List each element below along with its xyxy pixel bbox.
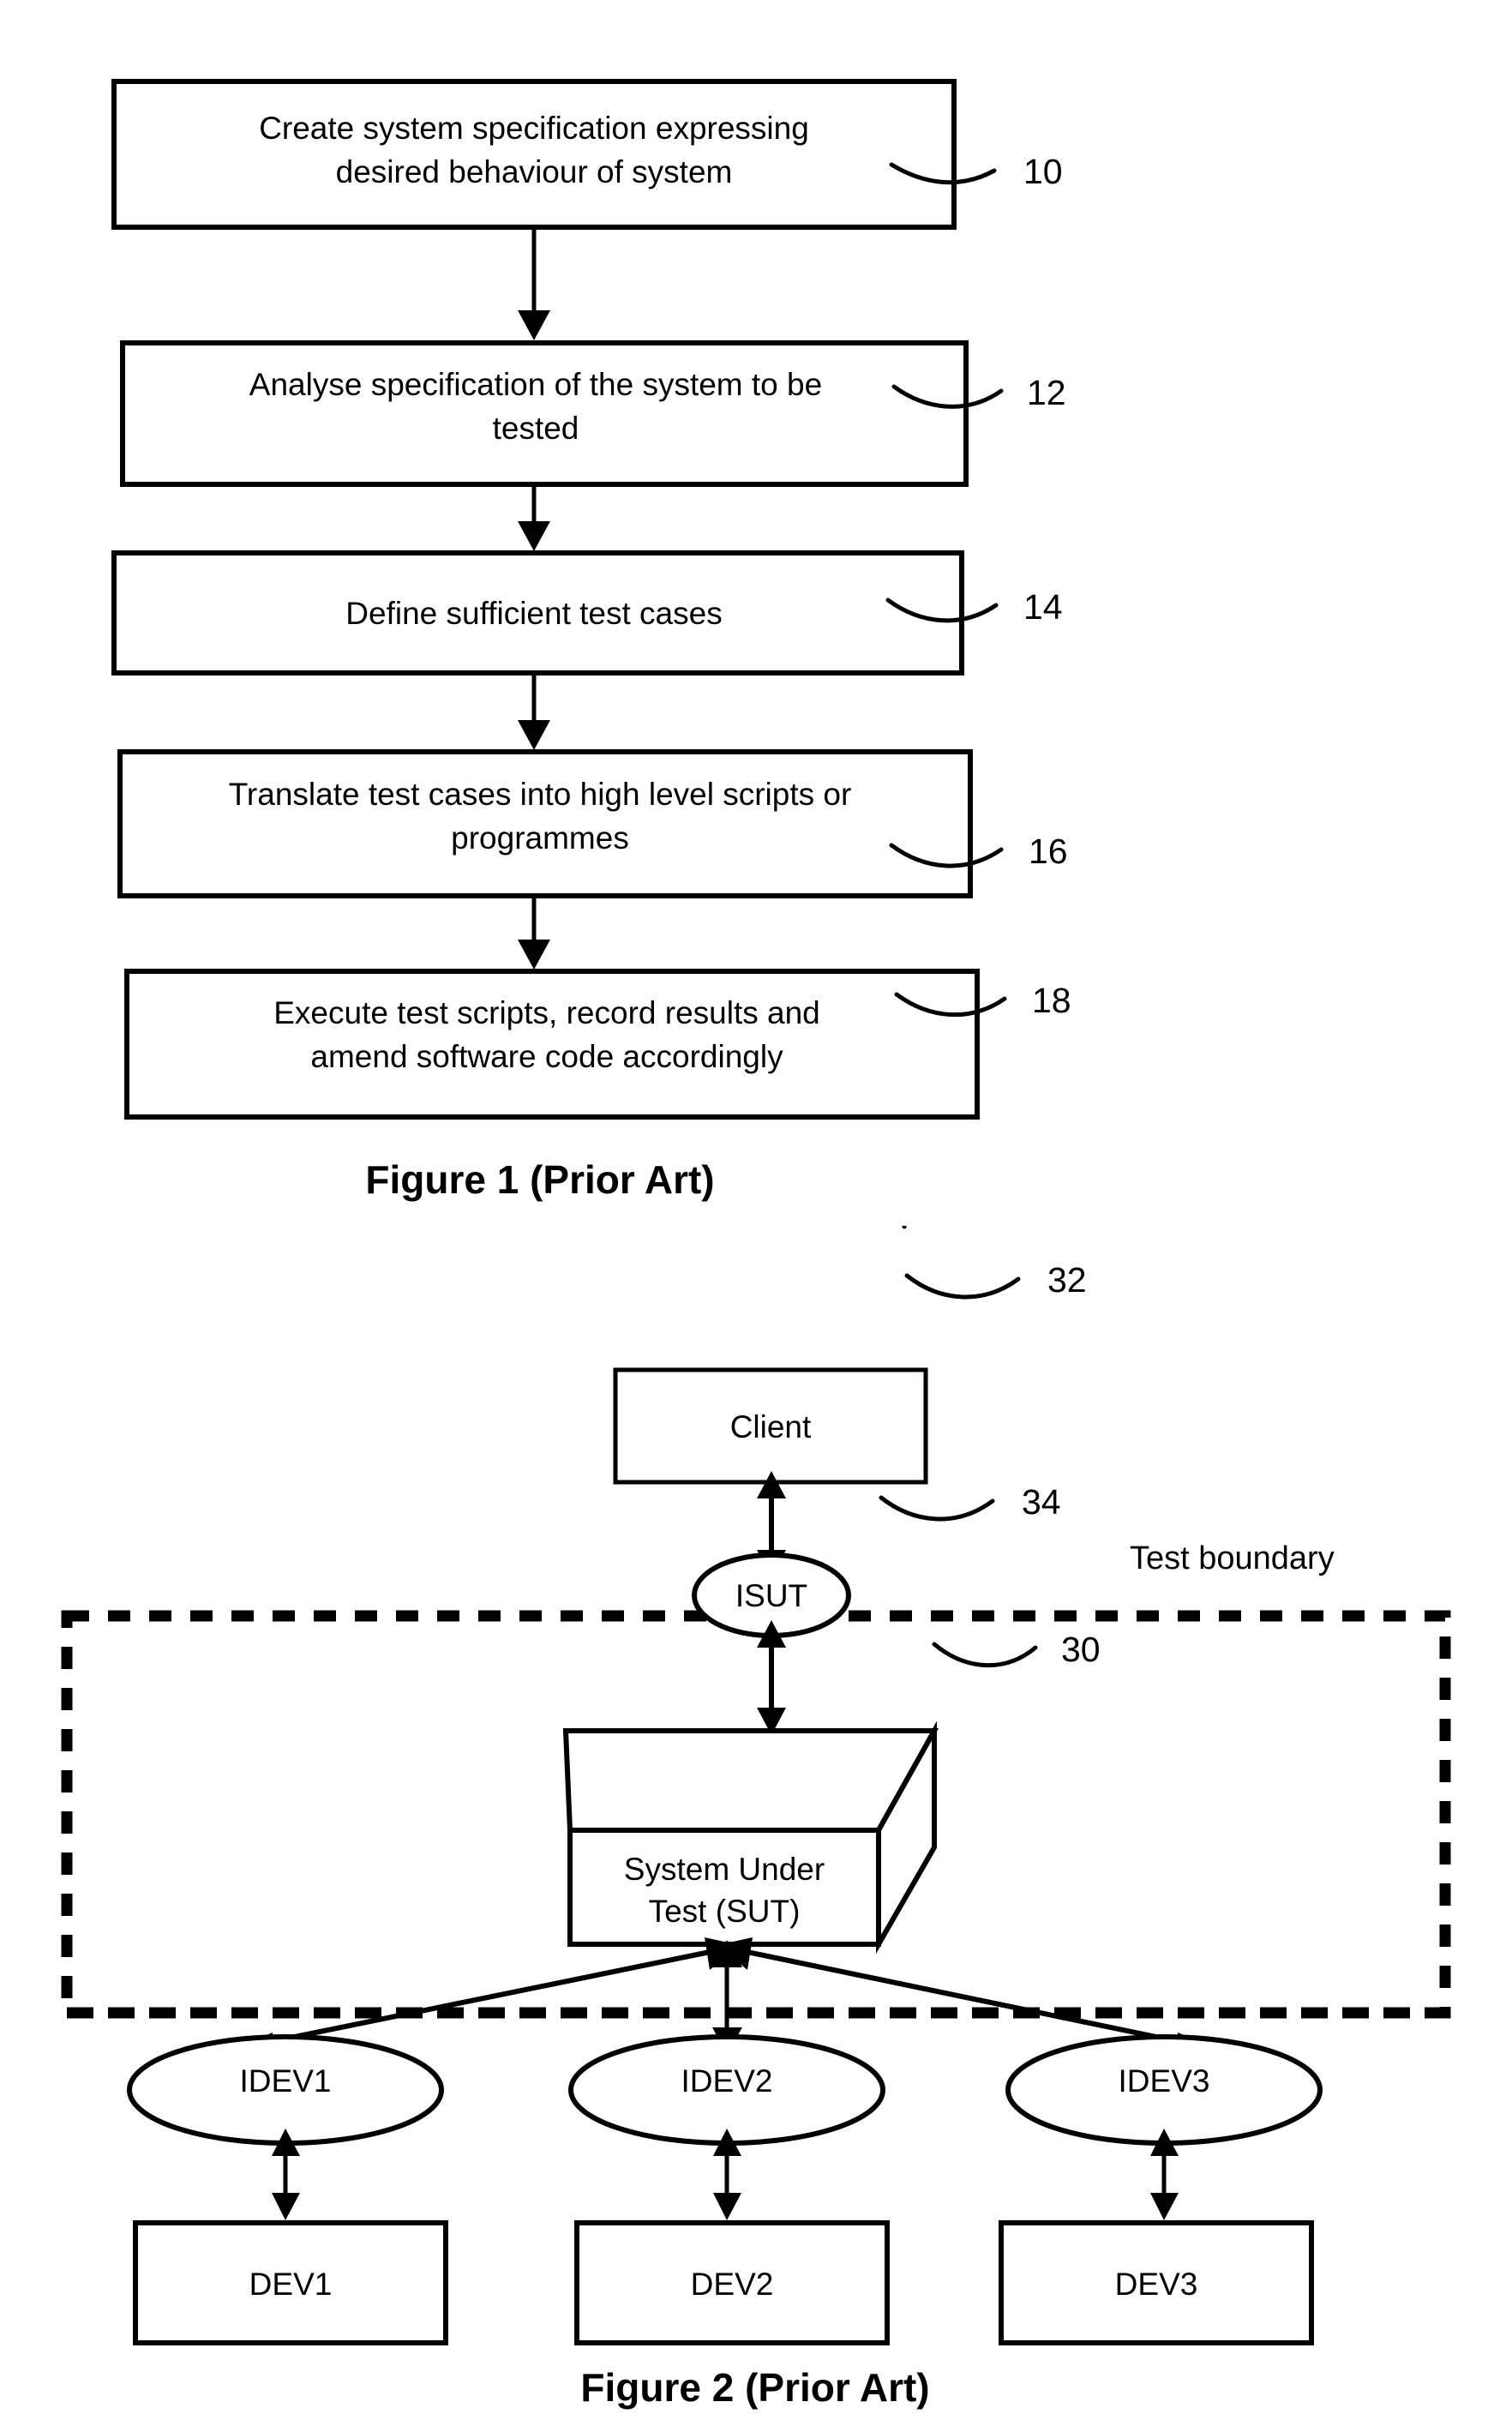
figure2-sut-label-line-2: Test (SUT) bbox=[649, 1894, 801, 1929]
figure2-boundary-label: Test boundary bbox=[1130, 1540, 1335, 1576]
figure2-arrowhead-dev2-down bbox=[713, 2193, 741, 2220]
figure2-dev1-label: DEV1 bbox=[249, 2267, 333, 2302]
figure2-sut-top-face bbox=[562, 1728, 939, 1833]
figure2-leader-32-curve bbox=[904, 1273, 1021, 1300]
figure2-idev3-label: IDEV3 bbox=[1119, 2063, 1210, 2099]
figure1-arrowhead-2-3 bbox=[518, 521, 550, 551]
figure2-idev2-label: IDEV2 bbox=[681, 2063, 773, 2099]
figure1-step-2-line-2: tested bbox=[493, 411, 579, 446]
figure1-step-4-line-2: programmes bbox=[451, 820, 629, 856]
figure2-ref-30: 30 bbox=[1061, 1630, 1101, 1669]
figure1-step-1-line-2: desired behaviour of system bbox=[336, 154, 733, 189]
figure1-step-5-line-2: amend software code accordingly bbox=[310, 1039, 783, 1074]
figure2-arrowhead-dev1-down bbox=[272, 2193, 300, 2220]
figure1-ref-16: 16 bbox=[1029, 832, 1068, 871]
figure1-ref-12: 12 bbox=[1027, 373, 1066, 412]
figure2-sut-label-line-1: System Under bbox=[624, 1852, 825, 1887]
figure1-step-4-line-1: Translate test cases into high level scr… bbox=[229, 777, 852, 812]
figure2-idev1-label: IDEV1 bbox=[240, 2063, 332, 2099]
figure2-caption: Figure 2 (Prior Art) bbox=[580, 2365, 929, 2410]
figure1-arrowhead-4-5 bbox=[518, 940, 550, 970]
figure1-step-3-line-1: Define sufficient test cases bbox=[345, 596, 722, 631]
figure2-leader-34 bbox=[879, 1495, 995, 1522]
figure1-arrowhead-3-4 bbox=[518, 720, 550, 750]
figure2-leader-30 bbox=[932, 1642, 1038, 1667]
figure2-dev3-label: DEV3 bbox=[1115, 2267, 1198, 2302]
figure1-arrowhead-1-2 bbox=[518, 310, 550, 340]
figure1-step-5-line-1: Execute test scripts, record results and bbox=[273, 995, 820, 1030]
figure2-ref-32: 32 bbox=[1047, 1260, 1087, 1300]
figure2-arrow-sut-idev1 bbox=[256, 1948, 719, 2047]
figure1-ref-14: 14 bbox=[1023, 587, 1063, 627]
figure2-arrowhead-dev3-down bbox=[1150, 2193, 1179, 2220]
figure1-ref-18: 18 bbox=[1032, 981, 1071, 1020]
figure1-step-1-line-1: Create system specification expressing bbox=[259, 111, 809, 146]
figure1-step-2-line-1: Analyse specification of the system to b… bbox=[249, 367, 822, 402]
patent-figure-sheet: Create system specification expressing d… bbox=[0, 0, 1512, 2414]
figure2-arrow-sut-idev3 bbox=[738, 1948, 1194, 2047]
figure2-client-label: Client bbox=[730, 1409, 812, 1444]
figure-1: Create system specification expressing d… bbox=[111, 79, 1071, 1202]
figure-2: 32 Client 34 Test boundary ISUT 30 Syste… bbox=[61, 1226, 1451, 2410]
figure1-ref-10: 10 bbox=[1023, 152, 1063, 191]
figure1-caption: Figure 1 (Prior Art) bbox=[365, 1157, 714, 1202]
figure2-ref-34: 34 bbox=[1022, 1482, 1061, 1522]
figure2-dev2-label: DEV2 bbox=[691, 2267, 774, 2302]
figure2-isut-label: ISUT bbox=[735, 1578, 807, 1613]
